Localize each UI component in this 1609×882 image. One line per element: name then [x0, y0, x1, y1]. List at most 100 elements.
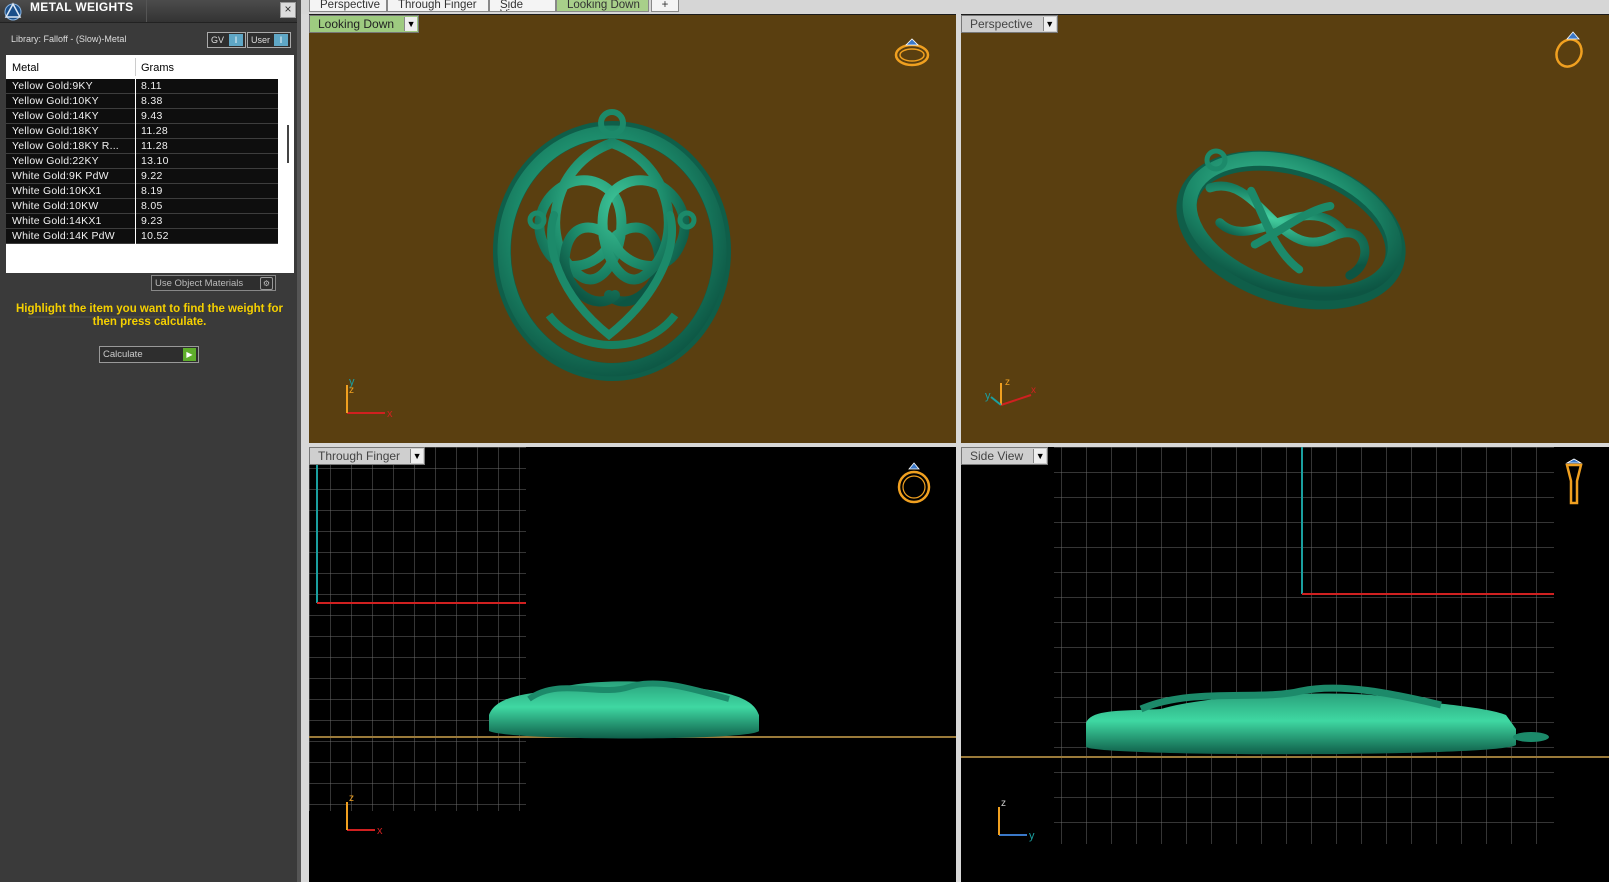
- axis-gizmo-icon: z y: [998, 798, 1035, 842]
- view-tab-bar: Perspective Through Finger Side View Loo…: [301, 0, 1609, 14]
- table-row[interactable]: White Gold:10KX1 8.19: [6, 184, 278, 199]
- table-body: Yellow Gold:9KY 8.11 Yellow Gold:10KY 8.38…: [6, 79, 278, 244]
- chevron-down-icon[interactable]: ▼: [1042, 17, 1056, 31]
- chevron-down-icon[interactable]: ▼: [404, 17, 418, 31]
- viewport-label-text: Perspective: [970, 17, 1033, 31]
- table-header: Metal Grams: [6, 55, 278, 79]
- cell-metal: Yellow Gold:18KY R...: [12, 140, 119, 152]
- viewport-label-through-finger[interactable]: Through Finger ▼: [309, 447, 426, 465]
- axis-label-y: y: [1029, 830, 1035, 842]
- cell-metal: Yellow Gold:10KY: [12, 95, 99, 107]
- panel-title: METAL WEIGHTS: [30, 0, 134, 14]
- axis-label-x: x: [387, 408, 393, 420]
- table-row[interactable]: Yellow Gold:22KY 13.10: [6, 154, 278, 169]
- viewport-through-finger[interactable]: z x Through Finger ▼: [309, 447, 956, 882]
- add-tab-button[interactable]: +: [651, 0, 679, 12]
- cell-metal: Yellow Gold:22KY: [12, 155, 99, 167]
- viewport-frame: [301, 14, 309, 882]
- tab-side-view[interactable]: Side View: [489, 0, 556, 12]
- cell-grams: 8.19: [141, 185, 163, 197]
- table-row[interactable]: White Gold:14K PdW 10.52: [6, 229, 278, 244]
- use-object-materials-label: Use Object Materials: [155, 278, 244, 289]
- cell-grams: 13.10: [141, 155, 169, 167]
- table-row[interactable]: Yellow Gold:9KY 8.11: [6, 79, 278, 94]
- cell-metal: Yellow Gold:18KY: [12, 125, 99, 137]
- cell-grams: 9.22: [141, 170, 163, 182]
- pendant-front-view: [309, 447, 956, 811]
- axis-gizmo-icon: y z x: [346, 376, 393, 420]
- viewport-label-text: Through Finger: [318, 449, 401, 463]
- axis-label-x: x: [1031, 385, 1036, 396]
- cell-grams: 11.28: [141, 140, 168, 152]
- cell-metal: White Gold:10KW: [12, 200, 99, 212]
- metal-weights-panel: METAL WEIGHTS × Library: Falloff - (Slow…: [0, 0, 301, 882]
- axis-label-z: z: [1001, 798, 1006, 809]
- gv-toggle-indicator: I: [229, 34, 243, 46]
- viewport-label-text: Side View: [970, 449, 1024, 463]
- cell-grams: 9.23: [141, 215, 163, 227]
- viewport-label-text: Looking Down: [318, 17, 395, 31]
- cell-metal: White Gold:9K PdW: [12, 170, 109, 182]
- cell-metal: Yellow Gold:9KY: [12, 80, 93, 92]
- calculate-label: Calculate: [103, 349, 143, 360]
- viewport-perspective[interactable]: y z x Perspective ▼: [961, 15, 1609, 443]
- cell-grams: 9.43: [141, 110, 163, 122]
- column-header-metal[interactable]: Metal: [12, 55, 39, 79]
- matrix-logo-icon: [4, 2, 22, 21]
- table-row[interactable]: White Gold:9K PdW 9.22: [6, 169, 278, 184]
- cell-metal: White Gold:14K PdW: [12, 230, 115, 242]
- axis-label-z: z: [349, 793, 354, 804]
- panel-title-bar: METAL WEIGHTS ×: [0, 0, 301, 23]
- instruction-text: Highlight the item you want to find the …: [15, 303, 284, 328]
- use-object-materials-button[interactable]: Use Object Materials ⚙: [151, 275, 276, 291]
- metal-weights-table: Metal Grams Yellow Gold:9KY 8.11 Yellow G…: [6, 55, 294, 318]
- chevron-down-icon[interactable]: ▼: [410, 449, 424, 463]
- table-row[interactable]: White Gold:10KW 8.05: [6, 199, 278, 214]
- table-row[interactable]: Yellow Gold:18KY R... 11.28: [6, 139, 278, 154]
- axis-label-y: y: [985, 390, 991, 402]
- close-button[interactable]: ×: [280, 2, 296, 18]
- viewport-side-view[interactable]: z y Side View ▼: [961, 447, 1609, 882]
- table-row[interactable]: White Gold:14KX1 9.23: [6, 214, 278, 229]
- header-divider: [135, 58, 136, 76]
- calculate-button[interactable]: Calculate ▶: [99, 346, 199, 363]
- settings-icon: ⚙: [260, 277, 273, 290]
- column-header-grams[interactable]: Grams: [141, 55, 174, 79]
- ring-icon[interactable]: [894, 459, 934, 509]
- table-row[interactable]: Yellow Gold:14KY 9.43: [6, 109, 278, 124]
- viewport-looking-down[interactable]: y z x Looking Down ▼: [309, 15, 956, 443]
- axis-label-x: x: [377, 825, 383, 837]
- play-icon: ▶: [183, 348, 196, 361]
- viewport-label-looking-down[interactable]: Looking Down ▼: [309, 15, 420, 33]
- cell-metal: White Gold:14KX1: [12, 215, 102, 227]
- tab-through-finger[interactable]: Through Finger: [387, 0, 489, 12]
- cell-grams: 8.11: [141, 80, 162, 92]
- axis-label-z: z: [1005, 377, 1010, 388]
- tab-looking-down[interactable]: Looking Down: [556, 0, 649, 12]
- axis-label-z: z: [349, 385, 354, 396]
- pendant-perspective-view: [1176, 148, 1406, 310]
- table-row[interactable]: Yellow Gold:18KY 11.28: [6, 124, 278, 139]
- table-row[interactable]: Yellow Gold:10KY 8.38: [6, 94, 278, 109]
- cell-grams: 8.05: [141, 200, 163, 212]
- cell-grams: 8.38: [141, 95, 163, 107]
- cell-metal: Yellow Gold:14KY: [12, 110, 99, 122]
- user-toggle-label: User: [251, 35, 271, 45]
- cell-grams: 11.28: [141, 125, 168, 137]
- gv-toggle-label: GV: [211, 35, 225, 45]
- ring-icon[interactable]: [1551, 27, 1591, 71]
- title-divider: [146, 0, 147, 22]
- viewport-label-side-view[interactable]: Side View ▼: [961, 447, 1049, 465]
- user-toggle[interactable]: User I: [247, 32, 291, 48]
- axis-gizmo-icon: y z x: [985, 377, 1036, 406]
- ring-icon[interactable]: [892, 33, 932, 73]
- vertical-scrollbar[interactable]: [287, 125, 289, 163]
- gv-toggle[interactable]: GV I: [207, 32, 246, 48]
- tab-perspective[interactable]: Perspective: [309, 0, 387, 12]
- viewport-label-perspective[interactable]: Perspective ▼: [961, 15, 1058, 33]
- library-label: Library: Falloff - (Slow)-Metal: [11, 34, 127, 44]
- chevron-down-icon[interactable]: ▼: [1033, 449, 1047, 463]
- ring-icon[interactable]: [1559, 457, 1589, 513]
- pendant-side-view: [961, 447, 1609, 844]
- user-toggle-indicator: I: [274, 34, 288, 46]
